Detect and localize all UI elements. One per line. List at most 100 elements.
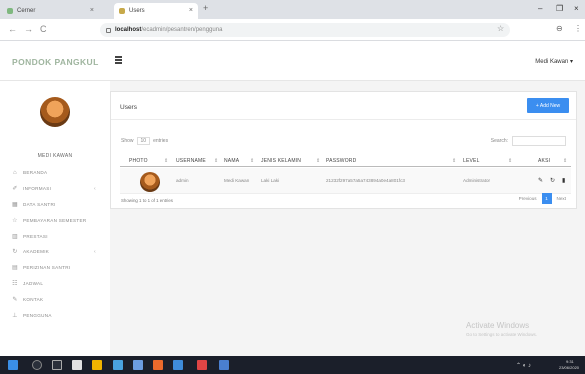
- sidebar-item-kontak[interactable]: ✎ KONTAK: [0, 291, 110, 307]
- sidebar-menu: ⌂ BERANDA ✐ INFORMASI ‹ ▦ DATA SANTRI ☆ PEMBA…: [0, 165, 110, 323]
- page-title: Users: [120, 104, 137, 111]
- column-header-jenis-kelamin[interactable]: JENIS KELAMIN: [261, 158, 301, 164]
- info-icon: ✐: [12, 186, 18, 193]
- column-header-nama[interactable]: NAMA: [224, 158, 239, 164]
- brand-logo[interactable]: PONDOK PANGKUL: [12, 57, 99, 67]
- column-header-level[interactable]: LEVEL: [463, 158, 480, 164]
- url-path: /ecadmin/pesantren/pengguna: [141, 27, 223, 33]
- sidebar-item-label: DATA SANTRI: [23, 201, 56, 207]
- store-icon[interactable]: [113, 360, 123, 370]
- back-button[interactable]: ←: [8, 24, 17, 34]
- sidebar-item-perizinan[interactable]: ▤ PERIZINAN SANTRI: [0, 260, 110, 276]
- next-button[interactable]: Next: [557, 196, 566, 201]
- watermark-title: Activate Windows: [466, 321, 530, 330]
- column-header-photo[interactable]: PHOTO: [129, 158, 148, 164]
- folder-icon[interactable]: [92, 360, 102, 370]
- column-header-password[interactable]: PASSWORD: [326, 158, 356, 164]
- search-input[interactable]: [512, 136, 566, 146]
- close-tab-icon[interactable]: ×: [90, 7, 94, 14]
- new-tab-button[interactable]: +: [203, 3, 208, 13]
- previous-button[interactable]: Previous: [519, 196, 537, 201]
- sidebar-item-data-santri[interactable]: ▦ DATA SANTRI: [0, 197, 110, 213]
- page-info-icon[interactable]: [106, 27, 111, 33]
- favicon-icon: [7, 8, 13, 14]
- users-panel: Users + Add New Show 10 entries Search: …: [110, 91, 577, 209]
- address-bar[interactable]: localhost /ecadmin/pesantren/pengguna: [100, 23, 510, 37]
- sidebar-item-label: PRESTASI: [23, 233, 48, 239]
- windows-taskbar: ⌃ ◐ ♪ 9:31 23/06/2020: [0, 356, 585, 374]
- url-host: localhost: [115, 27, 142, 33]
- sidebar-item-prestasi[interactable]: ▥ PRESTASI: [0, 228, 110, 244]
- cell-jenis-kelamin: Laki Laki: [261, 178, 280, 183]
- sidebar-item-label: PERIZINAN SANTRI: [23, 265, 71, 271]
- browser-menu-icon[interactable]: ⋮: [574, 24, 582, 33]
- sidebar-item-label: AKADEMIK: [23, 249, 50, 255]
- reset-icon[interactable]: ↻: [550, 177, 555, 184]
- tab-label: Cerner: [17, 8, 36, 14]
- edit-icon[interactable]: ✎: [538, 177, 543, 184]
- user-icon: ⊥: [12, 312, 18, 319]
- divider: [111, 119, 576, 120]
- browser-tab-users[interactable]: Users ×: [114, 3, 198, 19]
- grid-icon: ▤: [12, 265, 18, 272]
- table-icon: ▦: [12, 201, 18, 208]
- sort-icon[interactable]: ⇕: [214, 158, 218, 164]
- add-new-button[interactable]: + Add New: [527, 98, 569, 113]
- home-icon: ⌂: [13, 169, 17, 176]
- sidebar-item-label: KONTAK: [23, 296, 44, 302]
- search-icon[interactable]: [32, 360, 42, 370]
- cell-username: admin: [176, 178, 189, 183]
- search-label: Search:: [490, 138, 508, 144]
- watermark-subtitle: Go to Settings to activate Windows.: [466, 332, 538, 337]
- sort-icon[interactable]: ⇕: [164, 158, 168, 164]
- sidebar-item-informasi[interactable]: ✐ INFORMASI ‹: [0, 181, 110, 197]
- calendar-icon: ☷: [12, 280, 18, 287]
- user-avatar: [40, 97, 70, 127]
- activate-windows-watermark: Activate Windows Go to Settings to activ…: [466, 321, 537, 337]
- sidebar-item-label: JADWAL: [23, 280, 44, 286]
- app-icon[interactable]: [173, 360, 183, 370]
- reload-button[interactable]: C: [40, 24, 47, 34]
- user-menu[interactable]: Medi Kawan ▾: [535, 58, 573, 65]
- sidebar-item-beranda[interactable]: ⌂ BERANDA: [0, 165, 110, 181]
- app-icon[interactable]: [197, 360, 207, 370]
- column-header-username[interactable]: USERNAME: [176, 158, 206, 164]
- show-label: Show: [121, 138, 134, 144]
- maximize-button[interactable]: ❐: [556, 4, 563, 13]
- browser-tab-bar: Cerner × Users × + – ❐ ×: [0, 0, 585, 19]
- app-icon[interactable]: [153, 360, 163, 370]
- sort-icon[interactable]: ⇕: [452, 158, 456, 164]
- pencil-icon: ✎: [12, 296, 18, 303]
- close-tab-icon[interactable]: ×: [189, 7, 193, 14]
- close-window-button[interactable]: ×: [574, 4, 579, 13]
- sort-icon[interactable]: ⇕: [508, 158, 512, 164]
- sidebar-item-jadwal[interactable]: ☷ JADWAL: [0, 276, 110, 292]
- delete-icon[interactable]: ▮: [562, 177, 565, 184]
- sort-icon[interactable]: ⇕: [563, 158, 567, 164]
- bookmark-star-icon[interactable]: ☆: [497, 24, 504, 33]
- app-icon[interactable]: [219, 360, 229, 370]
- browser-nav-bar: ← → C localhost /ecadmin/pesantren/pengg…: [0, 19, 585, 41]
- browser-tab-cerner[interactable]: Cerner ×: [2, 3, 99, 19]
- sidebar-item-label: BERANDA: [23, 170, 48, 176]
- sidebar-item-akademik[interactable]: ↻ AKADEMIK ‹: [0, 244, 110, 260]
- app-icon[interactable]: [133, 360, 143, 370]
- start-icon[interactable]: [8, 360, 18, 370]
- sidebar-item-pengguna[interactable]: ⊥ PENGGUNA: [0, 307, 110, 323]
- sidebar-item-pembayaran[interactable]: ☆ PEMBAYARAN SEMESTER: [0, 212, 110, 228]
- file-explorer-icon[interactable]: [72, 360, 82, 370]
- column-header-aksi[interactable]: AKSI: [538, 158, 550, 164]
- tray-icons[interactable]: ⌃ ◐ ♪: [516, 362, 531, 369]
- minimize-button[interactable]: –: [538, 4, 542, 13]
- sort-icon[interactable]: ⇕: [250, 158, 254, 164]
- entries-label: entries: [153, 138, 169, 144]
- star-icon: ☆: [12, 217, 18, 224]
- hamburger-menu-icon[interactable]: [115, 56, 122, 65]
- sort-icon[interactable]: ⇕: [316, 158, 320, 164]
- forward-button[interactable]: →: [24, 24, 33, 34]
- task-view-icon[interactable]: [52, 360, 62, 370]
- profile-icon[interactable]: ⊖: [556, 24, 563, 33]
- page-1-button[interactable]: 1: [541, 193, 552, 204]
- entries-select[interactable]: 10: [136, 137, 151, 145]
- cell-level: Administrator: [463, 178, 491, 183]
